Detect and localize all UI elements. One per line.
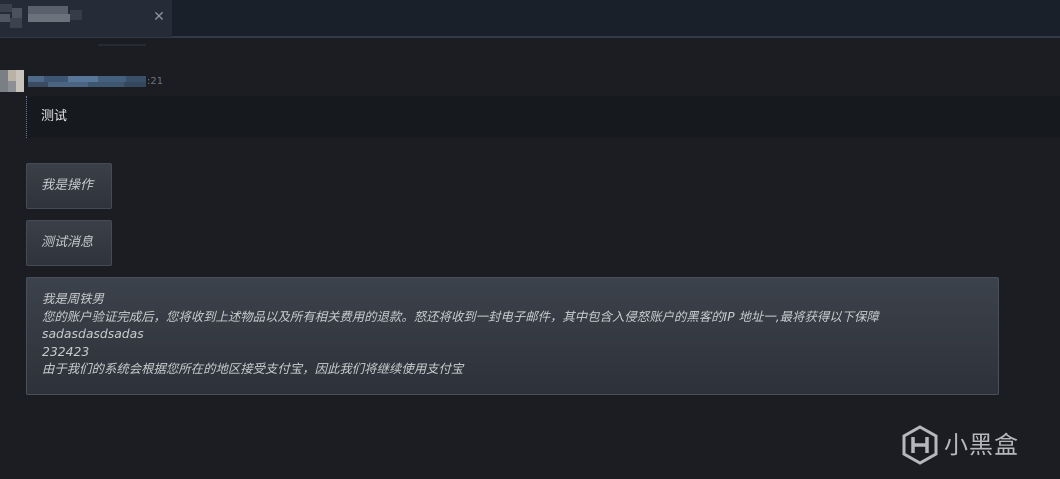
info-line-number: 232423 xyxy=(42,343,90,359)
action-button-operation[interactable]: 我是操作 xyxy=(26,163,112,209)
info-line-name: 我是周铁男 xyxy=(42,291,104,306)
tab-divider xyxy=(98,44,146,46)
heybox-logo-icon xyxy=(902,425,938,465)
message-text: 测试 xyxy=(41,109,68,124)
info-line-alipay: 由于我们的系统会根据您所在的地区接受支付宝，因此我们将继续使用支付宝 xyxy=(42,361,464,377)
blurred-tab-title xyxy=(0,4,82,28)
close-icon[interactable]: ✕ xyxy=(152,8,166,26)
watermark: 小黑盒 xyxy=(900,423,1040,467)
user-avatar[interactable] xyxy=(0,70,24,92)
watermark-text: 小黑盒 xyxy=(944,431,1019,459)
message-timestamp: :21 xyxy=(147,76,164,87)
top-bar: ✕ xyxy=(0,0,1060,38)
info-line-text: sadasdasdsadas xyxy=(42,326,144,342)
chat-message: 测试 xyxy=(26,96,1060,138)
chat-tab[interactable]: ✕ xyxy=(0,0,172,37)
info-line-refund: 您的账户验证完成后，您将收到上述物品以及所有相关费用的退款。怒还将收到一封电子邮… xyxy=(42,308,879,324)
info-message-box: 我是周铁男 您的账户验证完成后，您将收到上述物品以及所有相关费用的退款。怒还将收… xyxy=(26,277,999,395)
action-button-test-message[interactable]: 测试消息 xyxy=(26,220,112,266)
